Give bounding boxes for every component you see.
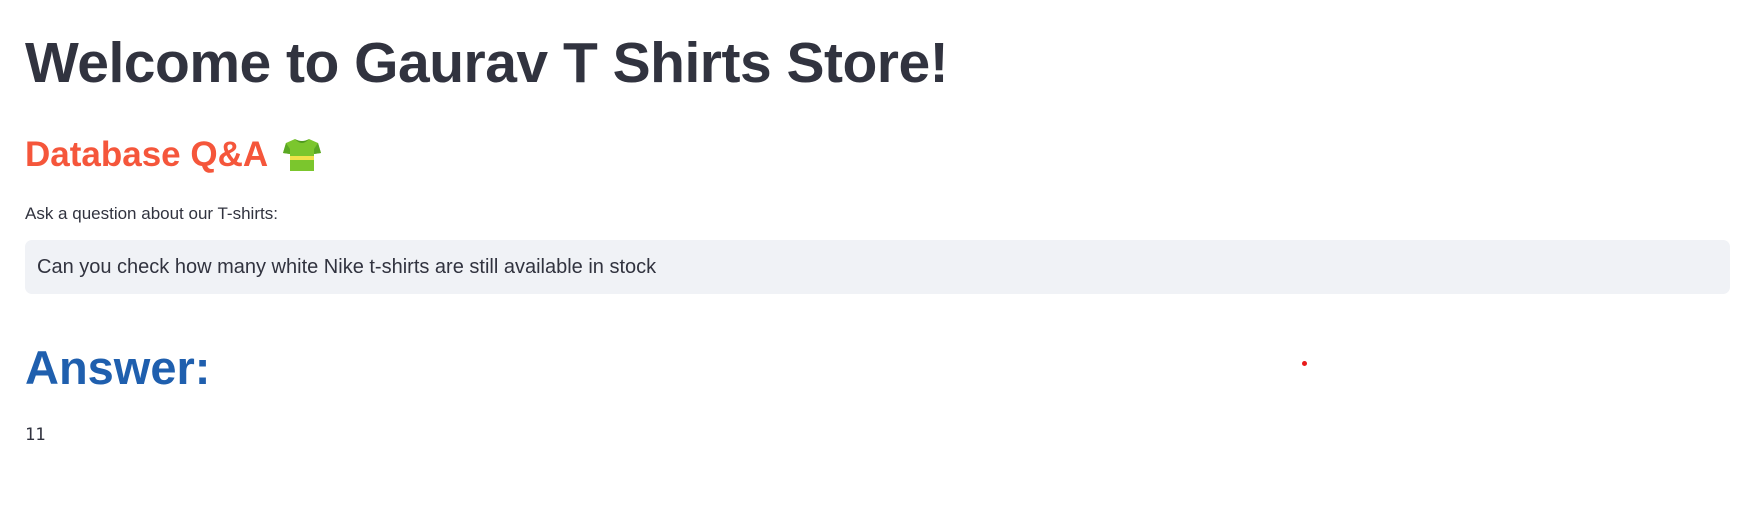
answer-heading: Answer: [25,341,211,394]
subtitle-text: Database Q&A [25,135,269,174]
question-input[interactable] [25,240,1730,294]
tshirt-icon [282,137,322,173]
question-label: Ask a question about our T-shirts: [25,204,278,223]
cursor-dot [1302,361,1307,366]
answer-value: 11 [25,425,46,445]
page-title: Welcome to Gaurav T Shirts Store! [25,31,949,95]
section-subtitle: Database Q&A [25,130,322,180]
